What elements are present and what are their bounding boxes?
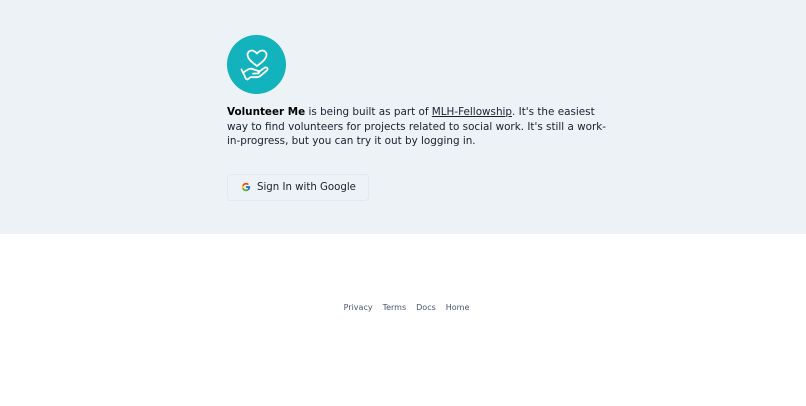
intro-text: Volunteer Me is being built as part of M…	[227, 105, 607, 149]
intro-text-part1: is being built as part of	[305, 106, 432, 118]
sign-in-google-button[interactable]: Sign In with Google	[227, 173, 369, 201]
footer-link-docs[interactable]: Docs	[416, 303, 436, 312]
hero-section: Volunteer Me is being built as part of M…	[0, 0, 806, 234]
hero-content: Volunteer Me is being built as part of M…	[227, 35, 607, 201]
brand-name: Volunteer Me	[227, 106, 306, 118]
google-icon	[241, 182, 251, 192]
mlh-fellowship-link[interactable]: MLH-Fellowship	[432, 106, 512, 118]
footer-link-privacy[interactable]: Privacy	[344, 303, 373, 312]
footer-link-home[interactable]: Home	[446, 303, 470, 312]
footer-nav: Privacy Terms Docs Home	[344, 303, 470, 312]
hand-heart-icon	[240, 49, 268, 80]
sign-in-google-label: Sign In with Google	[257, 181, 356, 193]
footer: Privacy Terms Docs Home	[0, 303, 806, 312]
footer-link-terms[interactable]: Terms	[383, 303, 407, 312]
app-logo	[227, 35, 286, 94]
